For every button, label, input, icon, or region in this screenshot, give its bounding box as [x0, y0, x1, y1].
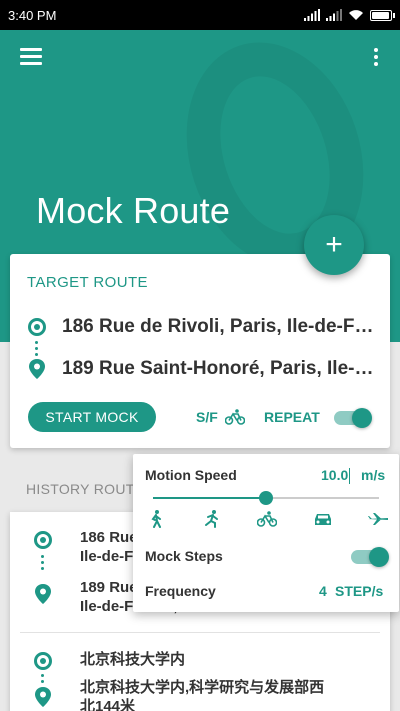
- travel-mode-bar: [145, 508, 389, 530]
- history-start-line1: 北京科技大学内: [80, 651, 186, 668]
- motion-speed-label: Motion Speed: [145, 467, 237, 483]
- frequency-label: Frequency: [145, 583, 216, 599]
- add-route-button[interactable]: +: [304, 215, 364, 275]
- speed-input[interactable]: 10.0: [321, 467, 351, 485]
- status-icons: [304, 9, 395, 21]
- sf-label: S/F: [196, 409, 218, 425]
- motion-settings-popup: Motion Speed 10.0 m/s Mock Steps Frequen…: [133, 454, 399, 612]
- mock-steps-switch[interactable]: [351, 547, 389, 567]
- route-connector: [41, 555, 44, 570]
- bike-icon[interactable]: [256, 508, 278, 530]
- page-title: Mock Route: [36, 190, 231, 231]
- walk-icon[interactable]: [145, 508, 167, 530]
- start-mock-button[interactable]: START MOCK: [28, 402, 156, 432]
- wifi-icon: [349, 10, 363, 20]
- frequency-unit: STEP/s: [335, 583, 384, 599]
- plane-icon[interactable]: [367, 508, 389, 530]
- sf-toggle[interactable]: S/F: [196, 409, 245, 425]
- start-point-icon: [34, 652, 52, 670]
- route-connector: [41, 674, 44, 683]
- status-time: 3:40 PM: [8, 7, 57, 23]
- target-route-title: TARGET ROUTE: [27, 274, 148, 291]
- menu-icon[interactable]: [20, 48, 42, 66]
- frequency-value[interactable]: 4: [319, 583, 327, 599]
- start-point-icon: [28, 318, 46, 336]
- history-end-line2: 北144米: [80, 698, 136, 711]
- start-point-icon: [34, 531, 52, 549]
- run-icon[interactable]: [201, 508, 223, 530]
- end-address-row[interactable]: 189 Rue Saint-Honoré, Paris, Ile-de-Fran…: [28, 358, 374, 380]
- divider: [20, 632, 380, 633]
- repeat-label: REPEAT: [264, 409, 320, 425]
- target-route-card: TARGET ROUTE 186 Rue de Rivoli, Paris, I…: [10, 254, 390, 448]
- history-start-address: 北京科技大学内: [80, 650, 380, 669]
- location-pin-icon: [29, 359, 45, 379]
- location-pin-icon: [35, 687, 51, 707]
- repeat-switch[interactable]: [334, 408, 372, 428]
- signal-icon-2: [326, 9, 342, 21]
- speed-slider-thumb[interactable]: [259, 491, 273, 505]
- battery-icon: [370, 9, 395, 21]
- route-connector: [35, 341, 39, 359]
- car-icon[interactable]: [312, 508, 334, 530]
- speed-slider[interactable]: [153, 491, 379, 505]
- end-address: 189 Rue Saint-Honoré, Paris, Ile-de-Fran…: [62, 358, 374, 379]
- history-end-address: 北京科技大学内,科学研究与发展部西 北144米: [80, 678, 380, 711]
- signal-icon: [304, 9, 320, 21]
- history-end-line1: 北京科技大学内,科学研究与发展部西: [80, 679, 325, 696]
- bike-icon: [224, 409, 245, 425]
- status-bar: 3:40 PM: [0, 0, 400, 30]
- start-address-row[interactable]: 186 Rue de Rivoli, Paris, Ile-de-France,…: [28, 316, 374, 338]
- location-pin-icon: [35, 584, 51, 604]
- history-route-title: HISTORY ROUTE: [26, 481, 145, 497]
- speed-value: 10.0: [321, 467, 349, 483]
- more-options-icon[interactable]: [372, 48, 380, 68]
- start-address: 186 Rue de Rivoli, Paris, Ile-de-France,…: [62, 316, 374, 337]
- speed-unit: m/s: [361, 467, 386, 483]
- mock-steps-label: Mock Steps: [145, 548, 223, 564]
